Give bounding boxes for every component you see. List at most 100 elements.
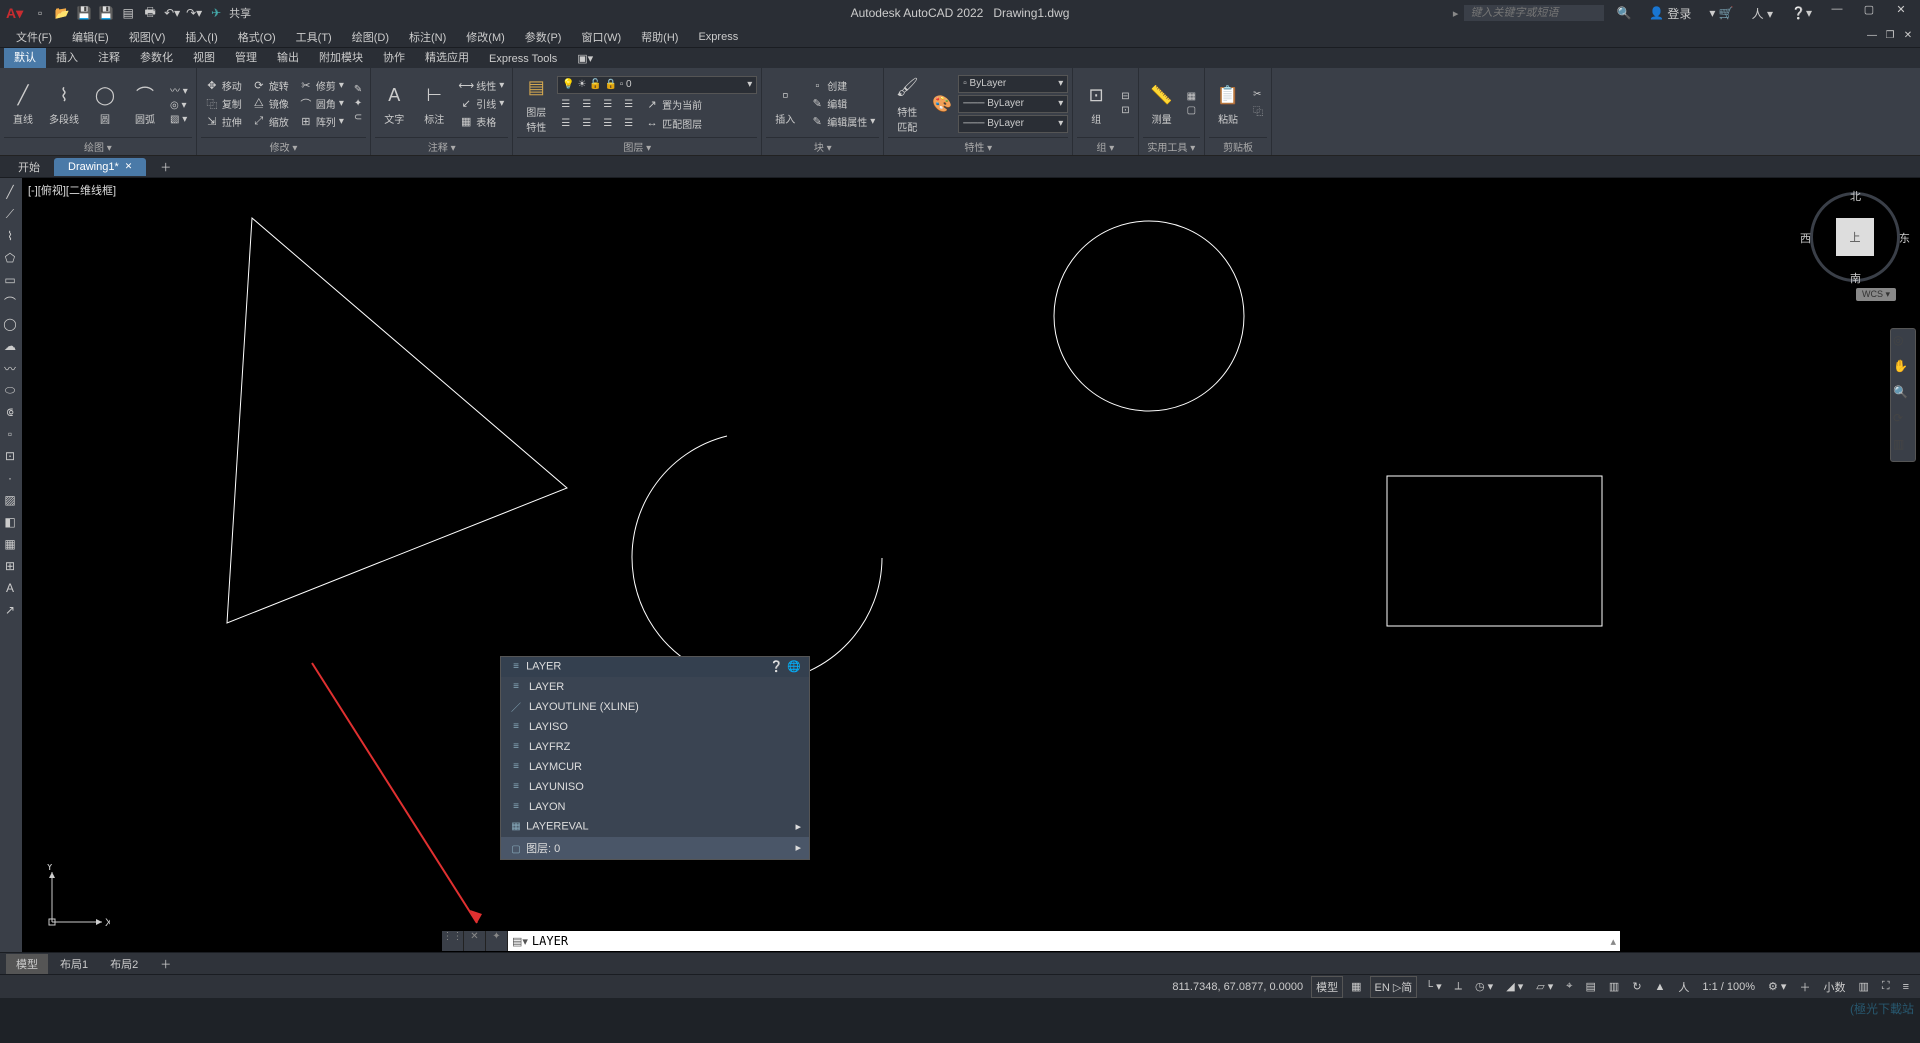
cmdline-expand-icon[interactable]: ▴	[1610, 935, 1616, 948]
panel-props-title[interactable]: 特性 ▾	[888, 137, 1068, 155]
close-button[interactable]: ✕	[1888, 3, 1914, 23]
lineweight-dropdown[interactable]: ─── ByLayer▾	[958, 95, 1068, 113]
layer-tool1-icon[interactable]: ☰	[557, 96, 574, 113]
tool-revcloud-icon[interactable]: ☁	[0, 336, 20, 356]
ac-item[interactable]: ≡LAYMCUR	[501, 757, 809, 777]
status-snap-icon[interactable]: └ ▾	[1420, 977, 1446, 996]
doc-restore-button[interactable]: ❐	[1882, 30, 1898, 44]
doc-minimize-button[interactable]: —	[1864, 30, 1880, 44]
canvas[interactable]: [-][俯视][二维线框] X Y 上	[22, 178, 1920, 952]
layer-tool8-icon[interactable]: ☰	[620, 115, 637, 132]
nav-zoom-icon[interactable]: 🔍	[1893, 385, 1913, 405]
menu-dim[interactable]: 标注(N)	[401, 27, 454, 47]
nav-pan-icon[interactable]: ✋	[1893, 359, 1913, 379]
circle-button[interactable]: ◯圆	[86, 79, 124, 128]
menu-tool[interactable]: 工具(T)	[288, 27, 340, 47]
panel-util-title[interactable]: 实用工具 ▾	[1143, 137, 1200, 155]
erase-icon[interactable]: ✎	[350, 83, 366, 96]
web-icon[interactable]: ▤	[119, 4, 137, 22]
ac-help-icon[interactable]: ❔	[770, 660, 784, 673]
tool-region-icon[interactable]: ▦	[0, 534, 20, 554]
tool-point-icon[interactable]: ·	[0, 468, 20, 488]
ribbon-expand-icon[interactable]: ▣▾	[567, 49, 603, 68]
panel-draw-title[interactable]: 绘图 ▾	[4, 137, 192, 155]
status-trans-icon[interactable]: ▥	[1604, 977, 1624, 996]
cart-icon[interactable]: ▾ 🛒	[1703, 4, 1739, 22]
measure-button[interactable]: 📏测量	[1143, 79, 1181, 128]
tool-block-icon[interactable]: ⊡	[0, 446, 20, 466]
panel-modify-title[interactable]: 修改 ▾	[201, 137, 366, 155]
tool-gradient-icon[interactable]: ◧	[0, 512, 20, 532]
status-grid-icon[interactable]: ▦	[1346, 977, 1366, 996]
layer-tool5-icon[interactable]: ☰	[557, 115, 574, 132]
panel-group-title[interactable]: 组 ▾	[1077, 137, 1133, 155]
viewcube-s[interactable]: 南	[1850, 270, 1861, 286]
layer-tool6-icon[interactable]: ☰	[578, 115, 595, 132]
ac-web-icon[interactable]: 🌐	[787, 660, 801, 673]
ac-item[interactable]: ▦ LAYEREVAL▸	[501, 817, 809, 837]
tab-parametric[interactable]: 参数化	[130, 46, 183, 68]
tool-ellipse-icon[interactable]: ⬭	[0, 380, 20, 400]
viewcube[interactable]: 上 北 南 东 西	[1810, 192, 1900, 282]
saveas-icon[interactable]: 💾	[97, 4, 115, 22]
table-button[interactable]: ▦表格	[455, 113, 508, 130]
dim-button[interactable]: ⊢标注	[415, 79, 453, 128]
undo-icon[interactable]: ↶▾	[163, 4, 181, 22]
layer-tool4-icon[interactable]: ☰	[620, 96, 637, 113]
cmdline-opts-icon[interactable]: ✦	[486, 931, 508, 951]
ellipse-icon[interactable]: ◎ ▾	[166, 99, 192, 112]
blockedit-button[interactable]: ✎编辑	[806, 95, 879, 112]
copy-clip-icon[interactable]: ⿻	[1249, 102, 1267, 119]
layer-dropdown[interactable]: 💡 ☀ 🔓 🔒 ▫ 0▾	[557, 76, 757, 94]
layer-props-button[interactable]: ▤图层 特性	[517, 72, 555, 136]
spline-icon[interactable]: 〰 ▾	[166, 81, 192, 98]
mirror-button[interactable]: ⧋镜像	[248, 95, 293, 112]
cmdline-close-icon[interactable]: ✕	[464, 931, 486, 951]
share-icon[interactable]: ✈	[207, 4, 225, 22]
tool-text-icon[interactable]: A	[0, 578, 20, 598]
menu-help[interactable]: 帮助(H)	[633, 27, 686, 47]
nav-orbit-icon[interactable]: ⟳	[1893, 411, 1913, 431]
matchlayer-button[interactable]: ↔匹配图层	[641, 115, 706, 132]
menu-window[interactable]: 窗口(W)	[573, 27, 629, 47]
tab-featured[interactable]: 精选应用	[415, 46, 479, 68]
editattr-button[interactable]: ✎编辑属性 ▾	[806, 113, 879, 130]
linetype-dropdown[interactable]: ─── ByLayer▾	[958, 115, 1068, 133]
nav-show-icon[interactable]: ▥	[1893, 437, 1913, 457]
status-scale[interactable]: 1:1 / 100%	[1697, 978, 1760, 996]
panel-layers-title[interactable]: 图层 ▾	[517, 137, 757, 155]
layer-tool2-icon[interactable]: ☰	[578, 96, 595, 113]
status-full-icon[interactable]: ⛶	[1877, 977, 1895, 996]
close-tab-icon[interactable]: ✕	[125, 161, 133, 172]
tab-output[interactable]: 输出	[267, 46, 309, 68]
menu-file[interactable]: 文件(F)	[8, 27, 60, 47]
tool-polygon-icon[interactable]: ⬠	[0, 248, 20, 268]
status-ime[interactable]: EN ▷简	[1370, 976, 1418, 998]
tab-default[interactable]: 默认	[4, 46, 46, 68]
tool-spline-icon[interactable]: 〰	[0, 358, 20, 378]
viewcube-top[interactable]: 上	[1836, 218, 1874, 256]
ac-item[interactable]: ≡LAYFRZ	[501, 737, 809, 757]
ac-item[interactable]: ≡LAYISO	[501, 717, 809, 737]
stretch-button[interactable]: ⇲拉伸	[201, 113, 246, 130]
tool-rect-icon[interactable]: ▭	[0, 270, 20, 290]
tab-addins[interactable]: 附加模块	[309, 46, 373, 68]
tool-circle-icon[interactable]: ◯	[0, 314, 20, 334]
status-lwt-icon[interactable]: ▤	[1581, 977, 1601, 996]
menu-draw[interactable]: 绘图(D)	[344, 27, 397, 47]
fillet-button[interactable]: ⌒圆角 ▾	[295, 95, 348, 112]
util1-icon[interactable]: ▦	[1183, 90, 1200, 103]
status-gear-icon[interactable]: ⚙ ▾	[1763, 977, 1791, 996]
cut-icon[interactable]: ✂	[1249, 88, 1267, 101]
tab-manage[interactable]: 管理	[225, 46, 267, 68]
status-plus-icon[interactable]: ＋	[1794, 976, 1815, 998]
menu-format[interactable]: 格式(O)	[230, 27, 284, 47]
search-button[interactable]: 🔍	[1610, 4, 1637, 22]
layer-tool7-icon[interactable]: ☰	[599, 115, 616, 132]
color-wheel-icon[interactable]: 🎨	[928, 93, 956, 115]
ac-item[interactable]: ／LAYOUTLINE (XLINE)	[501, 697, 809, 717]
status-dec[interactable]: 小数	[1818, 976, 1850, 998]
tool-pline-icon[interactable]: ⌇	[0, 226, 20, 246]
command-input[interactable]	[532, 934, 1607, 948]
help-icon[interactable]: ❔▾	[1785, 4, 1818, 22]
